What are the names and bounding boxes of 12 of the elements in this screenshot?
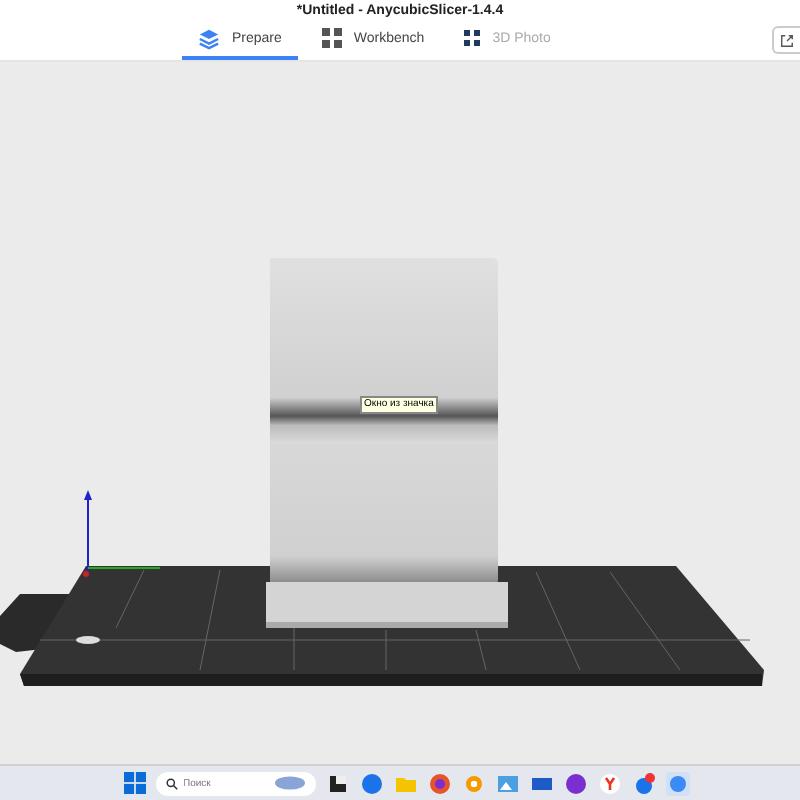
search-icon: [165, 777, 177, 789]
layers-icon: [198, 27, 220, 49]
browser-icon[interactable]: [427, 771, 451, 795]
share-button[interactable]: [772, 26, 800, 54]
app-icon[interactable]: [325, 771, 349, 795]
grid-icon: [321, 28, 342, 48]
image-icon[interactable]: [495, 771, 519, 795]
browser-icon[interactable]: [597, 771, 621, 795]
grid-icon: [464, 30, 481, 46]
windows-icon[interactable]: [123, 772, 145, 794]
share-icon: [780, 33, 794, 47]
axes-drawing: [83, 490, 161, 577]
